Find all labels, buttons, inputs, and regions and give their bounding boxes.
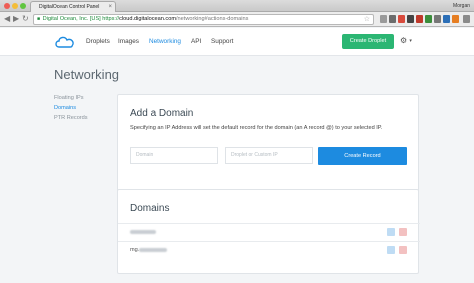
create-droplet-button[interactable]: Create Droplet (342, 34, 394, 49)
menu-icon[interactable] (463, 15, 470, 23)
add-domain-title: Add a Domain (130, 108, 194, 119)
redacted-domain (130, 229, 156, 234)
tab-close-icon[interactable]: × (108, 2, 112, 12)
extension-icon[interactable] (416, 15, 423, 23)
page-title: Networking (54, 67, 120, 82)
bookmark-star-icon[interactable]: ☆ (364, 15, 370, 24)
table-row[interactable]: mg. (118, 241, 420, 258)
page: Droplets Images Networking API Support C… (0, 28, 474, 283)
extension-icon[interactable] (443, 15, 450, 23)
nav-images[interactable]: Images (118, 38, 139, 45)
add-domain-description: Specifying an IP Address will set the de… (130, 125, 383, 131)
lock-icon: ■ (37, 16, 41, 22)
extension-icon[interactable] (398, 15, 405, 23)
delete-domain-button[interactable] (399, 246, 407, 254)
browser-tab[interactable]: DigitalOcean Control Panel × (30, 1, 116, 12)
create-record-button[interactable]: Create Record (318, 147, 407, 165)
extension-icon[interactable] (407, 15, 414, 23)
extension-icon[interactable] (380, 15, 387, 23)
extension-icon[interactable] (389, 15, 396, 23)
domain-input[interactable]: Domain (130, 147, 218, 164)
domain-name[interactable] (130, 229, 156, 235)
table-row[interactable] (118, 223, 420, 240)
delete-domain-button[interactable] (399, 228, 407, 236)
app-header: Droplets Images Networking API Support C… (0, 28, 474, 56)
nav-support[interactable]: Support (211, 38, 233, 45)
digitalocean-logo-icon[interactable] (54, 35, 76, 54)
url-host: cloud.digitalocean.com (119, 16, 176, 22)
maximize-window-icon[interactable] (20, 3, 26, 9)
back-icon[interactable]: ◀ (4, 14, 10, 24)
domains-title: Domains (130, 203, 170, 214)
url-scheme: https:// (102, 16, 120, 22)
browser-user-label[interactable]: Morgan (453, 1, 470, 11)
extension-icon[interactable] (434, 15, 441, 23)
domain-prefix: mg. (130, 247, 140, 253)
extension-icon[interactable] (425, 15, 432, 23)
redacted-domain (139, 247, 168, 252)
domain-name[interactable]: mg. (130, 247, 168, 253)
nav-networking[interactable]: Networking (149, 38, 181, 45)
tab-title: DigitalOcean Control Panel (39, 4, 100, 10)
url-path: /networking#actions-domains (176, 16, 249, 22)
forward-icon[interactable]: ▶ (13, 14, 19, 24)
minimize-window-icon[interactable] (12, 3, 18, 9)
nav-droplets[interactable]: Droplets (86, 38, 110, 45)
nav-api[interactable]: API (191, 38, 201, 45)
close-window-icon[interactable] (4, 3, 10, 9)
browser-titlebar: DigitalOcean Control Panel × Morgan (0, 0, 474, 12)
ssl-owner: Digital Ocean, Inc. [US] (42, 16, 101, 22)
edit-domain-button[interactable] (387, 246, 395, 254)
sidebar-item-ptr-records[interactable]: PTR Records (54, 115, 88, 121)
edit-domain-button[interactable] (387, 228, 395, 236)
chevron-down-icon: ▾ (409, 38, 412, 44)
domains-card: Domains mg. (117, 189, 420, 274)
sidebar-item-floating-ips[interactable]: Floating IPs (54, 95, 84, 101)
gear-icon: ⚙ (400, 36, 408, 46)
extension-icon[interactable] (452, 15, 459, 23)
ip-input[interactable]: Droplet or Custom IP (225, 147, 313, 164)
address-bar[interactable]: ■ Digital Ocean, Inc. [US] https://cloud… (33, 14, 374, 25)
settings-menu[interactable]: ⚙ ▾ (400, 37, 412, 45)
browser-toolbar: ◀ ▶ ↻ ■ Digital Ocean, Inc. [US] https:/… (0, 12, 474, 27)
sidebar-item-domains[interactable]: Domains (54, 105, 76, 111)
reload-icon[interactable]: ↻ (22, 14, 29, 24)
